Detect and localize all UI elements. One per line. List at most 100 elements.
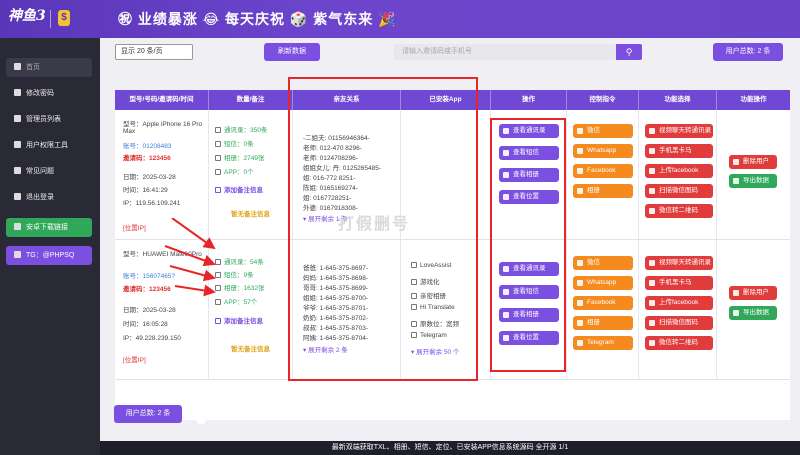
function-facebook-button[interactable]: 上传facebook — [645, 164, 713, 178]
upload-icon — [649, 168, 655, 174]
user-count-button[interactable]: 用户总数: 2 条 — [713, 43, 783, 61]
phone-icon — [215, 169, 221, 175]
header-banner: ㊗ 业绩暴涨 😂 每天庆祝 🎲 紫气东来 🎉 — [118, 11, 397, 27]
command-photos-button[interactable]: 相册 — [573, 184, 633, 198]
ip-location-link[interactable]: [位置IP] — [123, 222, 146, 232]
sms-count: 短信：0条 — [215, 138, 254, 148]
key-icon — [14, 89, 21, 96]
function-video-button[interactable]: 视频聊天转通讯录 — [645, 256, 713, 270]
column-header: 型号/号码/邀请码/时间 — [115, 90, 209, 110]
command-telegram-button[interactable]: Telegram — [573, 336, 633, 350]
delete-user-button[interactable]: 删除用户 — [729, 286, 777, 300]
sidebar-item-faq[interactable]: 常见问题 — [6, 162, 92, 181]
money-bag-icon[interactable]: $ — [58, 10, 70, 26]
delete-user-button[interactable]: 删除用户 — [729, 155, 777, 169]
sms-count: 短信：9条 — [215, 269, 254, 279]
command-whatsapp-button[interactable]: Whatsapp — [573, 276, 633, 290]
sidebar-item-label: 安卓下载链接 — [26, 224, 68, 231]
whatsapp-icon — [577, 148, 583, 154]
sim-icon — [649, 148, 655, 154]
phone-number: 账号：01208483 — [123, 143, 172, 150]
command-whatsapp-button[interactable]: Whatsapp — [573, 144, 633, 158]
sidebar-item-android-download[interactable]: 安卓下载链接 — [6, 218, 92, 237]
sidebar-item-label: 常见问题 — [26, 168, 54, 175]
add-note-button[interactable]: 添加备注信息 — [215, 184, 263, 194]
function-sim-button[interactable]: 手机黑卡马 — [645, 276, 713, 290]
function-scan-button[interactable]: 扫描微信图码 — [645, 184, 713, 198]
highlight-box-contacts-apps — [288, 77, 478, 381]
photo-icon — [577, 320, 583, 326]
command-wechat-button[interactable]: 微信 — [573, 124, 633, 138]
download-icon — [733, 178, 739, 184]
column-header: 控制指令 — [567, 90, 639, 110]
counts-cell: 通讯录：350条 短信：0条 相册：2749张 APP：0个 添加备注信息 暂无… — [209, 110, 293, 239]
sim-icon — [649, 280, 655, 286]
sidebar-item-home[interactable]: 首页 — [6, 58, 92, 77]
time-text: 时间：16:41:29 — [123, 187, 168, 194]
function-facebook-button[interactable]: 上传facebook — [645, 296, 713, 310]
photos-count: 相册：2749张 — [215, 152, 264, 162]
qrcode-icon — [649, 340, 655, 346]
function-video-button[interactable]: 视频聊天转通讯录 — [645, 124, 713, 138]
sms-icon — [215, 141, 221, 147]
no-note-text: 暂无备注信息 — [231, 211, 270, 218]
ip-location-link[interactable]: [位置IP] — [123, 354, 146, 364]
page-size-select[interactable]: 显示 20 条/页 — [115, 44, 193, 60]
divider — [50, 10, 51, 28]
function-scan-button[interactable]: 扫描微信图码 — [645, 316, 713, 330]
column-header: 功能选择 — [639, 90, 717, 110]
video-icon — [649, 128, 655, 134]
sidebar: 首页 修改密码 管理员列表 用户权限工具 常见问题 退出登录 安卓下载链接 TG… — [0, 38, 100, 455]
telegram-icon — [577, 340, 583, 346]
app-count: APP：57个 — [215, 296, 257, 306]
contacts-icon — [215, 127, 221, 133]
main-content: 显示 20 条/页 刷新数据 请输入邀请码或手机号 ⚲ 用户总数: 2 条 型号… — [100, 38, 800, 441]
app-count: APP：0个 — [215, 166, 254, 176]
functions-cell: 视频聊天转通讯录 手机黑卡马 上传facebook 扫描微信图码 微信转二维码 — [639, 110, 717, 239]
trash-icon — [733, 290, 739, 296]
commands-cell: 微信 Whatsapp Facebook 相册 — [567, 110, 639, 239]
export-data-button[interactable]: 导出数据 — [729, 306, 777, 320]
function-qrcode-button[interactable]: 微信转二维码 — [645, 336, 713, 350]
actions-cell: 删除用户 导出数据 — [717, 110, 790, 239]
sidebar-item-label: 退出登录 — [26, 194, 54, 201]
function-sim-button[interactable]: 手机黑卡马 — [645, 144, 713, 158]
export-data-button[interactable]: 导出数据 — [729, 174, 777, 188]
sidebar-item-user-tools[interactable]: 用户权限工具 — [6, 136, 92, 155]
question-icon — [14, 167, 21, 174]
refresh-button[interactable]: 刷新数据 — [264, 43, 320, 61]
sidebar-item-change-password[interactable]: 修改密码 — [6, 84, 92, 103]
top-bar: 神鱼3 $ ㊗ 业绩暴涨 😂 每天庆祝 🎲 紫气东来 🎉 — [0, 0, 800, 38]
logout-icon — [14, 193, 21, 200]
counts-cell: 通讯录：54条 短信：9条 相册：1632张 APP：57个 添加备注信息 暂无… — [209, 240, 293, 379]
sidebar-item-label: 修改密码 — [26, 90, 54, 97]
app-logo[interactable]: 神鱼3 — [8, 5, 46, 33]
footer-user-count-button[interactable]: 用户总数: 2 条 — [114, 405, 182, 423]
time-text: 时间：16:05:28 — [123, 321, 168, 328]
user-icon — [14, 141, 21, 148]
download-icon — [733, 310, 739, 316]
sidebar-item-label: TG：@PHPSQ — [26, 252, 75, 259]
photos-count: 相册：1632张 — [215, 282, 264, 292]
function-qrcode-button[interactable]: 微信转二维码 — [645, 204, 713, 218]
functions-cell: 视频聊天转通讯录 手机黑卡马 上传facebook 扫描微信图码 微信转二维码 — [639, 240, 717, 379]
contacts-count: 通讯录：54条 — [215, 256, 264, 266]
sidebar-item-admin-list[interactable]: 管理员列表 — [6, 110, 92, 129]
ip-text: IP：49.228.239.150 — [123, 335, 181, 342]
command-photos-button[interactable]: 相册 — [573, 316, 633, 330]
sidebar-item-telegram[interactable]: TG：@PHPSQ — [6, 246, 92, 265]
sidebar-item-logout[interactable]: 退出登录 — [6, 188, 92, 207]
footer-bar: 最新双端获取TXL、相册、短信、定位、已安装APP信息系统源码 全开源 1/1 — [100, 441, 800, 455]
telegram-icon — [14, 251, 21, 258]
search-input[interactable]: 请输入邀请码或手机号 — [394, 44, 616, 60]
trash-icon — [733, 159, 739, 165]
command-facebook-button[interactable]: Facebook — [573, 296, 633, 310]
list-icon — [14, 115, 21, 122]
search-icon[interactable]: ⚲ — [616, 44, 642, 60]
pagination[interactable] — [196, 404, 206, 424]
annotation-arrows — [164, 218, 216, 297]
add-note-button[interactable]: 添加备注信息 — [215, 315, 263, 325]
command-facebook-button[interactable]: Facebook — [573, 164, 633, 178]
home-icon — [14, 63, 21, 70]
command-wechat-button[interactable]: 微信 — [573, 256, 633, 270]
